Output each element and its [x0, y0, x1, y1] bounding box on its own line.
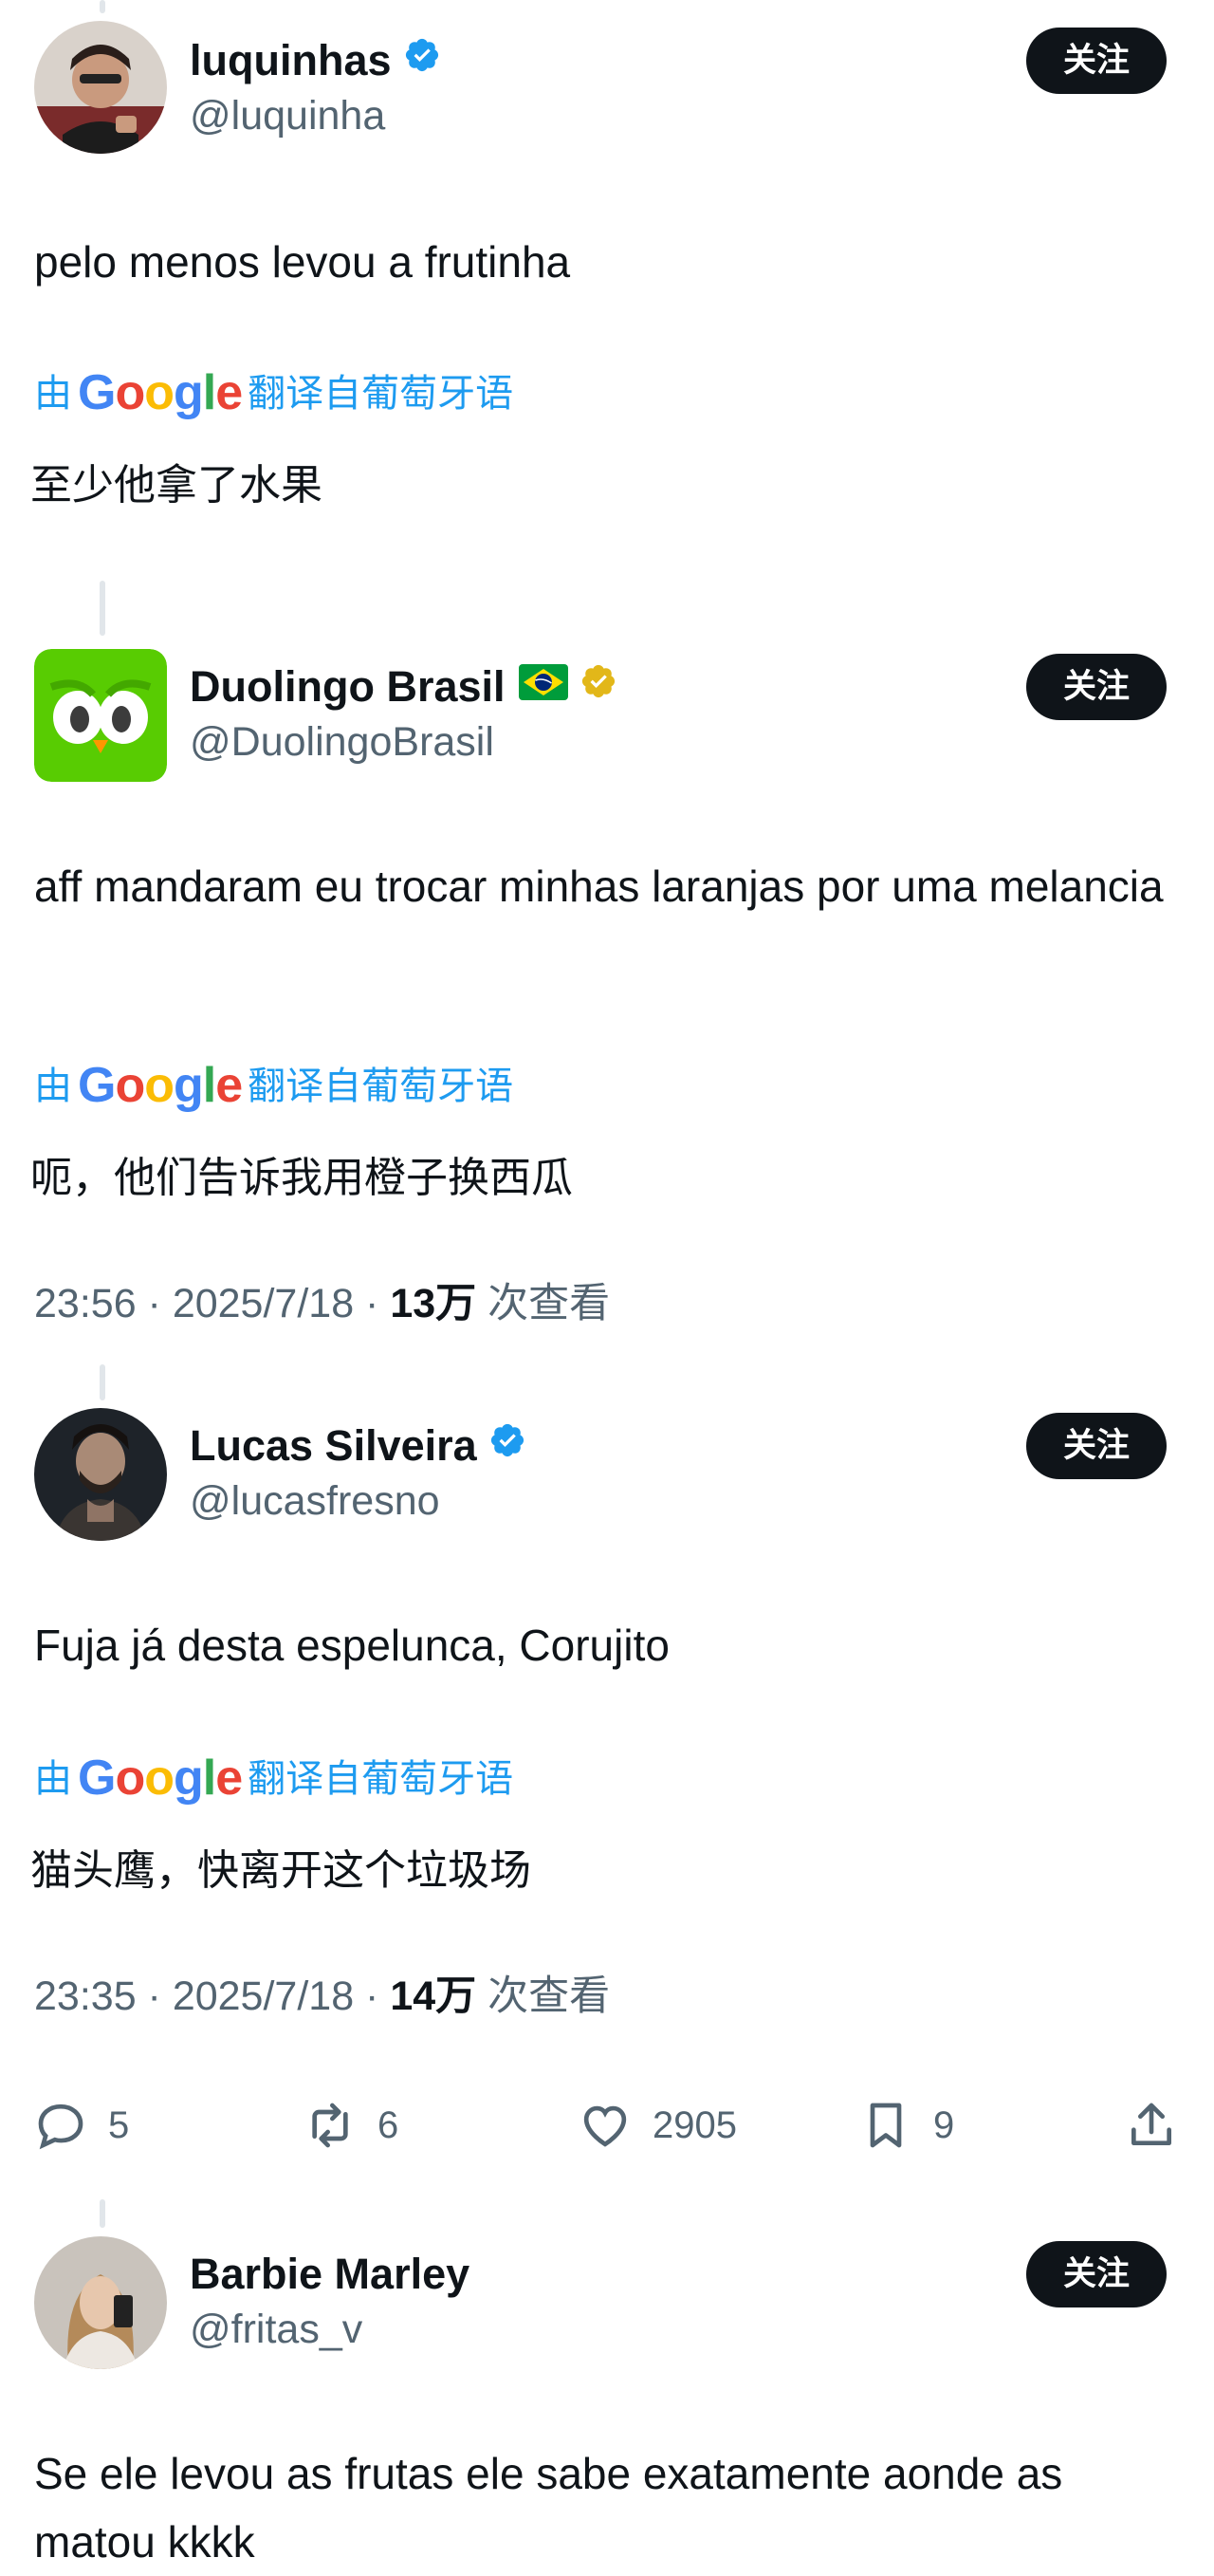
display-name[interactable]: Barbie Marley	[190, 2248, 469, 2301]
reply-button[interactable]: 5	[34, 2092, 129, 2159]
follow-button[interactable]: 关注	[1026, 654, 1167, 720]
repost-count: 6	[377, 2103, 399, 2146]
view-label: 次查看	[476, 1974, 611, 2019]
verified-badge-icon	[488, 1418, 526, 1472]
handle[interactable]: @fritas_v	[190, 2303, 362, 2356]
translated-by-google-link[interactable]: 由 Google 翻译自葡萄牙语	[34, 1751, 513, 1806]
view-count: 13万	[390, 1281, 477, 1326]
translated-text: 至少他拿了水果	[30, 461, 322, 510]
thread-line	[100, 1364, 105, 1400]
action-bar: 5 6 2905 9	[34, 2092, 1191, 2159]
timestamp[interactable]: 23:35 · 2025/7/18 ·	[34, 1974, 390, 2019]
translated-text: 猫头鹰，快离开这个垃圾场	[30, 1846, 531, 1895]
avatar[interactable]	[34, 21, 167, 154]
share-icon	[1131, 2103, 1171, 2145]
google-logo: Google	[78, 1751, 243, 1806]
translated-by-google-link[interactable]: 由 Google 翻译自葡萄牙语	[34, 366, 513, 420]
post-metadata: 23:35 · 2025/7/18 · 14万 次查看	[34, 1970, 610, 2023]
handle[interactable]: @luquinha	[190, 89, 385, 142]
verified-badge-icon	[403, 33, 441, 86]
follow-button[interactable]: 关注	[1026, 1413, 1167, 1479]
follow-button[interactable]: 关注	[1026, 2241, 1167, 2307]
avatar[interactable]	[34, 649, 167, 782]
post-text: Fuja já desta espelunca, Corujito	[34, 1621, 670, 1670]
view-label: 次查看	[476, 1281, 611, 1326]
follow-button[interactable]: 关注	[1026, 28, 1167, 94]
avatar[interactable]	[34, 1408, 167, 1541]
avatar[interactable]	[34, 2236, 167, 2369]
thread-line	[100, 0, 105, 13]
repost-icon	[312, 2103, 348, 2148]
display-name[interactable]: Lucas Silveira	[190, 1419, 526, 1473]
display-name[interactable]: Duolingo Brasil	[190, 660, 617, 713]
post-text: pelo menos levou a frutinha	[34, 237, 571, 287]
google-logo: Google	[78, 365, 243, 420]
reply-icon	[38, 2103, 83, 2150]
handle[interactable]: @lucasfresno	[190, 1474, 440, 1528]
translated-by-google-link[interactable]: 由 Google 翻译自葡萄牙语	[34, 1059, 513, 1113]
translated-text: 呃，他们告诉我用橙子换西瓜	[30, 1154, 573, 1202]
timestamp[interactable]: 23:56 · 2025/7/18 ·	[34, 1281, 390, 1326]
share-button[interactable]	[1125, 2092, 1199, 2159]
display-name[interactable]: luquinhas	[190, 34, 441, 87]
like-button[interactable]: 2905	[579, 2092, 737, 2159]
repost-button[interactable]: 6	[304, 2092, 398, 2159]
post-metadata: 23:56 · 2025/7/18 · 13万 次查看	[34, 1277, 610, 1330]
post-text: Se ele levou as frutas ele sabe exatamen…	[34, 2449, 1063, 2567]
brazil-flag-icon	[518, 659, 568, 713]
bookmark-count: 9	[933, 2103, 955, 2146]
bookmark-button[interactable]: 9	[859, 2092, 954, 2159]
google-logo: Google	[78, 1058, 243, 1113]
post-text: aff mandaram eu trocar minhas laranjas p…	[34, 862, 1164, 911]
bookmark-icon	[870, 2103, 902, 2148]
thread-line	[100, 581, 105, 636]
heart-icon	[583, 2105, 627, 2147]
verified-gold-badge-icon	[579, 659, 617, 713]
view-count: 14万	[390, 1974, 477, 2019]
reply-count: 5	[108, 2103, 130, 2146]
handle[interactable]: @DuolingoBrasil	[190, 715, 494, 769]
like-count: 2905	[653, 2103, 737, 2146]
thread-line	[100, 2199, 105, 2228]
